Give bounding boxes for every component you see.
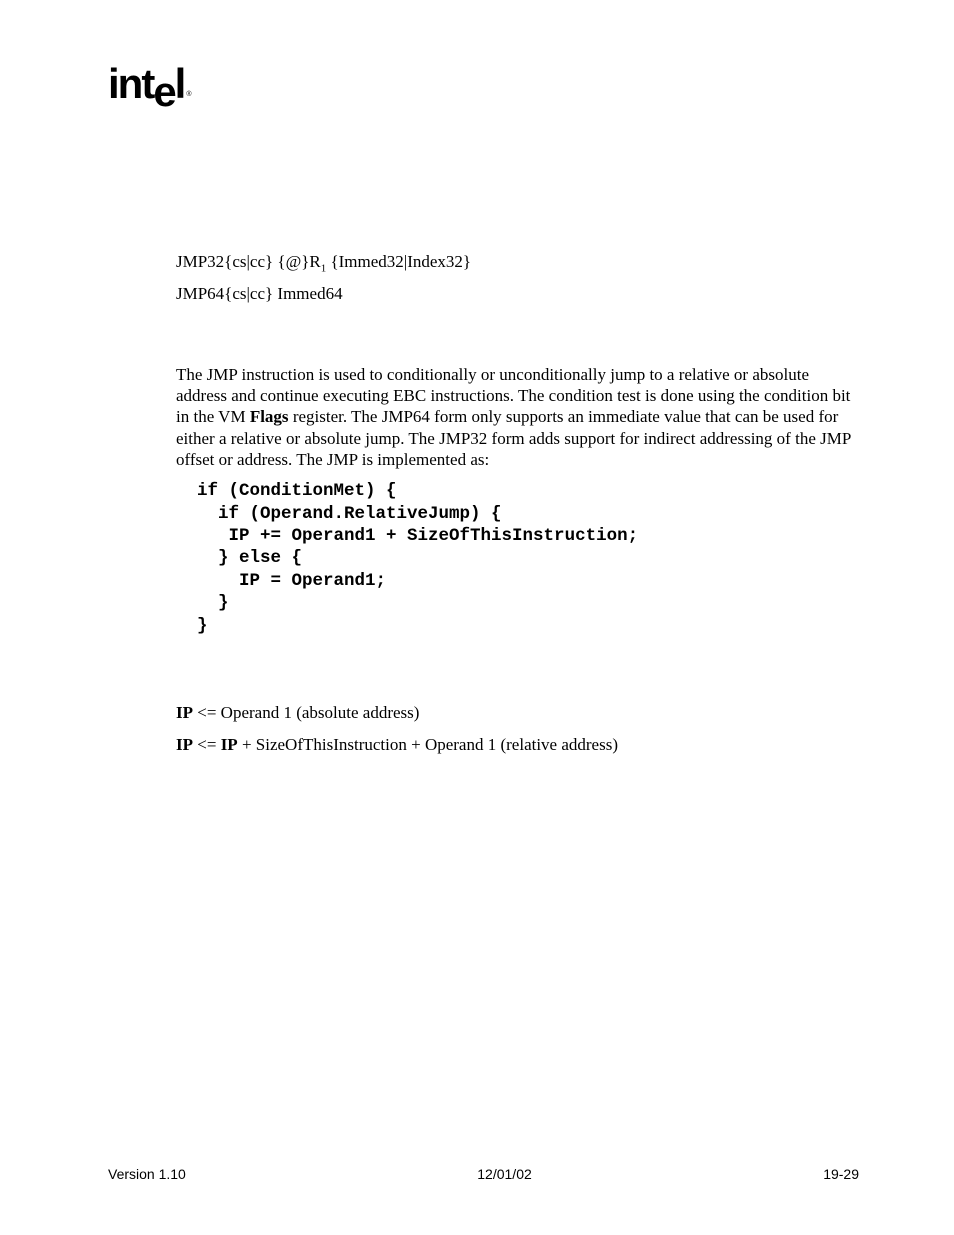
description-paragraph: The JMP instruction is used to condition…: [176, 364, 859, 470]
logo-pre: int: [108, 60, 153, 107]
op2-ip2: IP: [221, 735, 238, 754]
page-content: intel® JMP32{cs|cc} {@}R1 {Immed32|Index…: [0, 0, 954, 762]
page-footer: Version 1.10 12/01/02 19-29: [108, 1166, 859, 1182]
operation-line-2: IP <= IP + SizeOfThisInstruction + Opera…: [176, 729, 859, 761]
op1-ip: IP: [176, 703, 193, 722]
logo-post: l: [175, 60, 185, 107]
syntax1-pre: JMP32{cs|cc} {@}R: [176, 252, 321, 271]
footer-page: 19-29: [823, 1166, 859, 1182]
op2-rest: + SizeOfThisInstruction + Operand 1 (rel…: [238, 735, 618, 754]
syntax-line-2: JMP64{cs|cc} Immed64: [176, 280, 859, 309]
syntax-section: JMP32{cs|cc} {@}R1 {Immed32|Index32} JMP…: [176, 248, 859, 309]
syntax1-post: {Immed32|Index32}: [326, 252, 471, 271]
op1-rest: <= Operand 1 (absolute address): [193, 703, 419, 722]
intel-logo: intel®: [108, 60, 190, 108]
footer-version: Version 1.10: [108, 1166, 186, 1182]
op2-mid: <=: [193, 735, 221, 754]
syntax-line-1: JMP32{cs|cc} {@}R1 {Immed32|Index32}: [176, 248, 859, 278]
op2-ip1: IP: [176, 735, 193, 754]
operation-line-1: IP <= Operand 1 (absolute address): [176, 697, 859, 729]
logo-tm: ®: [186, 91, 191, 98]
operation-section: IP <= Operand 1 (absolute address) IP <=…: [176, 697, 859, 762]
desc-flags-bold: Flags: [250, 407, 289, 426]
code-block: if (ConditionMet) { if (Operand.Relative…: [176, 480, 859, 637]
footer-date: 12/01/02: [477, 1166, 532, 1182]
logo-drop: e: [153, 68, 174, 116]
